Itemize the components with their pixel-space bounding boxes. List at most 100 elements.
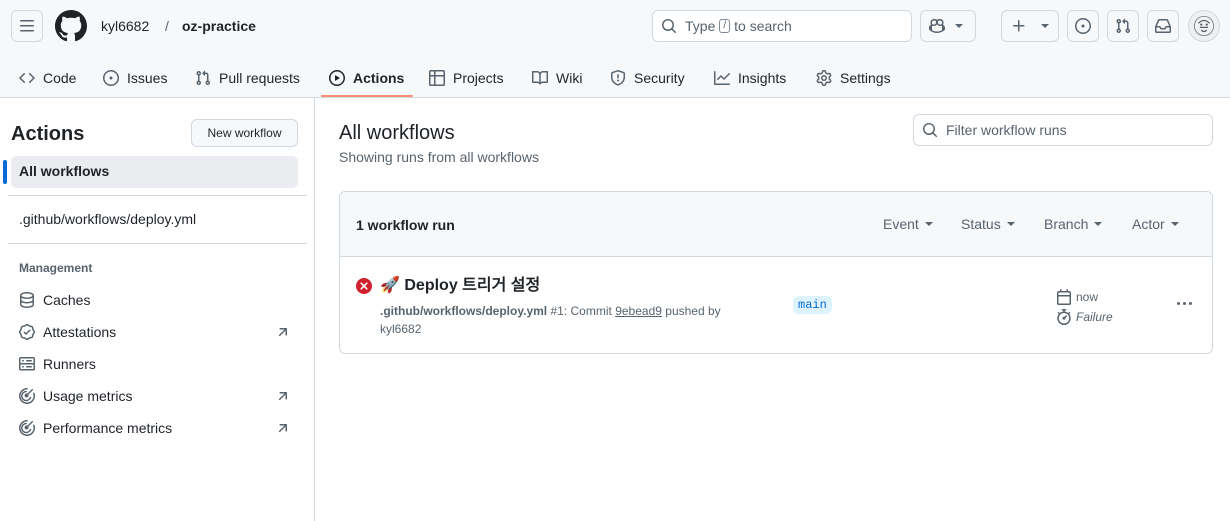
tab-label: Projects (453, 70, 504, 86)
tab-actions[interactable]: Actions (329, 64, 404, 92)
create-new-button[interactable] (1001, 10, 1059, 42)
chevron-down-icon (1006, 222, 1015, 226)
active-tab-underline (321, 95, 413, 97)
pull-requests-button[interactable] (1107, 10, 1139, 42)
tab-label: Security (634, 70, 685, 86)
search-prefix-text: Type (685, 18, 716, 34)
sidebar-title: Actions (11, 123, 85, 145)
shield-icon (611, 70, 625, 86)
github-logo-icon[interactable] (55, 10, 87, 42)
tab-projects[interactable]: Projects (429, 64, 504, 92)
search-icon (662, 19, 677, 34)
actor-filter-dropdown[interactable]: Actor (1132, 216, 1179, 232)
tab-security[interactable]: Security (610, 64, 685, 92)
branch-filter-dropdown[interactable]: Branch (1044, 216, 1103, 232)
tab-issues[interactable]: Issues (103, 64, 167, 92)
status-filter-dropdown[interactable]: Status (961, 216, 1015, 232)
copilot-button[interactable] (920, 10, 976, 42)
graph-icon (714, 71, 730, 85)
code-icon (19, 72, 35, 84)
chevron-down-icon (1094, 222, 1103, 226)
search-shortcut-key: / (719, 19, 731, 33)
tab-label: Code (43, 70, 77, 86)
tab-pull-requests[interactable]: Pull requests (195, 64, 300, 92)
pull-request-icon (196, 70, 211, 86)
dropdown-label: Actor (1132, 216, 1165, 232)
breadcrumb-repo[interactable]: oz-practice (182, 16, 256, 36)
tab-wiki[interactable]: Wiki (532, 64, 582, 92)
tab-label: Wiki (556, 70, 583, 86)
workflow-runs-header: 1 workflow run Event Status Branch Actor (340, 192, 1212, 257)
copilot-icon (929, 18, 945, 34)
tab-settings[interactable]: Settings (816, 64, 891, 92)
run-time: now (1076, 290, 1099, 304)
verified-icon (19, 324, 35, 340)
sidebar-item-deploy-workflow[interactable]: .github/workflows/deploy.yml (19, 211, 196, 227)
inbox-icon (1155, 19, 1171, 33)
sidebar-item-label: Caches (43, 292, 91, 308)
sidebar-item-all-workflows-label[interactable]: All workflows (19, 163, 109, 179)
inbox-button[interactable] (1147, 10, 1179, 42)
arrow-up-right-icon (278, 328, 287, 337)
management-heading: Management (19, 261, 93, 275)
filter-workflow-runs-input[interactable]: Filter workflow runs (913, 114, 1213, 146)
user-avatar[interactable] (1188, 10, 1220, 42)
new-workflow-button[interactable]: New workflow (191, 119, 298, 147)
hamburger-menu-button[interactable] (11, 10, 43, 42)
tab-code[interactable]: Code (19, 64, 76, 92)
run-actor: kyl6682 (380, 322, 422, 336)
sidebar-item-performance-metrics[interactable]: Performance metrics (19, 418, 289, 438)
git-pull-request-icon (1116, 18, 1131, 34)
issues-button[interactable] (1067, 10, 1099, 42)
breadcrumb-owner[interactable]: kyl6682 (101, 16, 149, 36)
meter-icon (19, 420, 35, 436)
sidebar-item-label: Runners (43, 356, 96, 372)
calendar-icon (1057, 289, 1071, 305)
sidebar-item-usage-metrics[interactable]: Usage metrics (19, 386, 289, 406)
chevron-down-icon (955, 24, 963, 28)
dropdown-label: Status (961, 216, 1001, 232)
workflow-run-title-link[interactable]: 🚀 Deploy 트리거 설정 (380, 275, 540, 297)
tab-insights[interactable]: Insights (714, 64, 786, 92)
tab-label: Settings (840, 70, 891, 86)
sidebar-item-label: Usage metrics (43, 388, 133, 404)
tab-label: Insights (738, 70, 787, 86)
avatar-identicon-icon (1193, 15, 1215, 37)
sidebar-item-label: Performance metrics (43, 420, 173, 436)
app-header: kyl6682 / oz-practice Type / to search C… (0, 0, 1230, 98)
x-circle-fill-icon (356, 278, 372, 294)
search-suffix-text: to search (734, 18, 792, 34)
sidebar-item-caches[interactable]: Caches (19, 290, 289, 310)
branch-badge[interactable]: main (793, 296, 832, 314)
run-title-text: Deploy 트리거 설정 (404, 277, 541, 294)
event-filter-dropdown[interactable]: Event (883, 216, 933, 232)
gear-icon (816, 70, 832, 86)
chevron-down-icon (1041, 24, 1049, 28)
sidebar-divider (8, 195, 307, 196)
sidebar-item-runners[interactable]: Runners (19, 354, 289, 374)
issue-icon (103, 70, 119, 86)
run-options-kebab-icon[interactable] (1172, 295, 1196, 311)
dropdown-label: Branch (1044, 216, 1089, 232)
issue-opened-icon (1075, 18, 1091, 34)
arrow-up-right-icon (278, 424, 287, 433)
run-status: Failure (1076, 310, 1113, 324)
rocket-emoji: 🚀 (380, 277, 400, 294)
sidebar-item-attestations[interactable]: Attestations (19, 322, 289, 342)
three-bars-icon (20, 20, 34, 32)
chevron-down-icon (924, 222, 933, 226)
search-icon (923, 123, 938, 138)
workflow-run-count: 1 workflow run (356, 217, 455, 233)
breadcrumb-separator: / (165, 18, 169, 34)
page-subtitle: Showing runs from all workflows (339, 149, 539, 165)
book-icon (532, 70, 548, 85)
play-icon (329, 70, 345, 86)
actions-sidebar: Actions New workflow All workflows .gith… (0, 98, 315, 521)
workflow-runs-box: 1 workflow run Event Status Branch Actor… (339, 191, 1213, 354)
run-number: #1 (550, 304, 564, 318)
page-title: All workflows (339, 122, 455, 144)
tab-label: Actions (353, 70, 405, 86)
commit-sha-link[interactable]: 9ebead9 (615, 304, 662, 318)
global-search-input[interactable]: Type / to search (652, 10, 912, 42)
dropdown-label: Event (883, 216, 919, 232)
